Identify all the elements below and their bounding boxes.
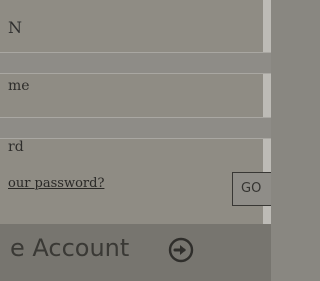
arrow-right-circle-icon[interactable]: [168, 237, 194, 263]
password-field[interactable]: [0, 117, 271, 139]
go-button[interactable]: GO: [232, 172, 271, 206]
username-field[interactable]: [0, 52, 271, 74]
username-label: me: [8, 78, 30, 94]
password-label: rd: [8, 139, 24, 155]
login-panel: N me rd our password? GO e Account: [0, 0, 271, 281]
create-account-label[interactable]: e Account: [10, 234, 129, 262]
login-heading: N: [8, 18, 23, 37]
forgot-password-link[interactable]: our password?: [8, 176, 104, 191]
